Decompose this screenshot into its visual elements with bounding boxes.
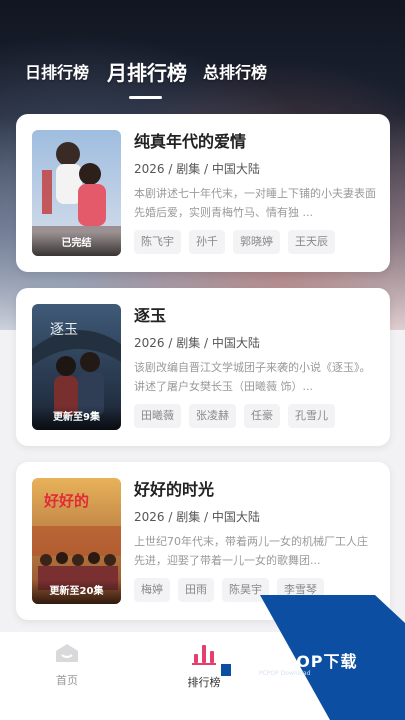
show-description: 该剧改编自晋江文学城团子来袭的小说《逐玉》。讲述了屠户女樊长玉（田曦薇 饰）..… [134,361,371,393]
show-title[interactable]: 逐玉 [134,304,166,328]
show-poster: 已完结 [32,130,121,256]
actor-tags: 陈飞宇 孙千 郭晓婷 王天辰 [134,230,335,254]
show-description: 本剧讲述七十年代末，一对睡上下铺的小夫妻表面先婚后爱，实则青梅竹马、情有独 ..… [134,187,376,219]
status-badge: 更新至9集 [32,406,121,430]
status-badge: 更新至20集 [32,580,121,604]
show-meta: 2026 / 剧集 / 中国大陆 [134,162,260,176]
actor-tag[interactable]: 郭晓婷 [233,230,280,254]
home-icon [56,644,78,662]
nav-home-label: 首页 [56,674,78,687]
watermark-p-icon [218,640,258,680]
ranking-icon [192,645,216,665]
actor-tag[interactable]: 孔雪儿 [288,404,335,428]
actor-tag[interactable]: 张凌赫 [189,404,236,428]
ranking-tabs: 日排行榜 月排行榜 总排行榜 [0,58,405,106]
show-title[interactable]: 好好的时光 [134,478,214,502]
actor-tags: 田曦薇 张凌赫 任豪 孔雪儿 [134,404,335,428]
tab-total-ranking[interactable]: 总排行榜 [203,58,267,88]
actor-tag[interactable]: 王天辰 [288,230,335,254]
show-meta: 2026 / 剧集 / 中国大陆 [134,336,260,350]
show-title[interactable]: 纯真年代的爱情 [134,130,246,154]
watermark-subtext: PCPOP Download [259,670,311,677]
status-badge: 已完结 [32,232,121,256]
actor-tag[interactable]: 孙千 [189,230,225,254]
show-poster: 逐玉 更新至9集 [32,304,121,430]
show-meta: 2026 / 剧集 / 中国大陆 [134,510,260,524]
tab-daily-ranking[interactable]: 日排行榜 [25,58,89,88]
show-card[interactable]: 逐玉 更新至9集 逐玉 2026 / 剧集 / 中国大陆 该剧改编自晋江文学城团… [16,288,390,446]
poster-title-text: 逐玉 [50,322,78,338]
nav-home[interactable]: 首页 [37,642,97,688]
tab-monthly-ranking[interactable]: 月排行榜 [107,58,187,88]
actor-tag[interactable]: 陈飞宇 [134,230,181,254]
show-description: 上世纪70年代末，带着两儿一女的机械厂工人庄先进，迎娶了带着一儿一女的歌舞团..… [134,535,368,567]
show-card[interactable]: 已完结 纯真年代的爱情 2026 / 剧集 / 中国大陆 本剧讲述七十年代末，一… [16,114,390,272]
actor-tag[interactable]: 任豪 [244,404,280,428]
actor-tag[interactable]: 田曦薇 [134,404,181,428]
watermark-text: PCPOP下载 [258,652,358,671]
poster-title-text: 好好的 [43,492,89,510]
actor-tag[interactable]: 田雨 [178,578,214,602]
actor-tag[interactable]: 梅婷 [134,578,170,602]
show-poster: 好好的 更新至20集 [32,478,121,604]
active-tab-indicator [129,96,162,99]
